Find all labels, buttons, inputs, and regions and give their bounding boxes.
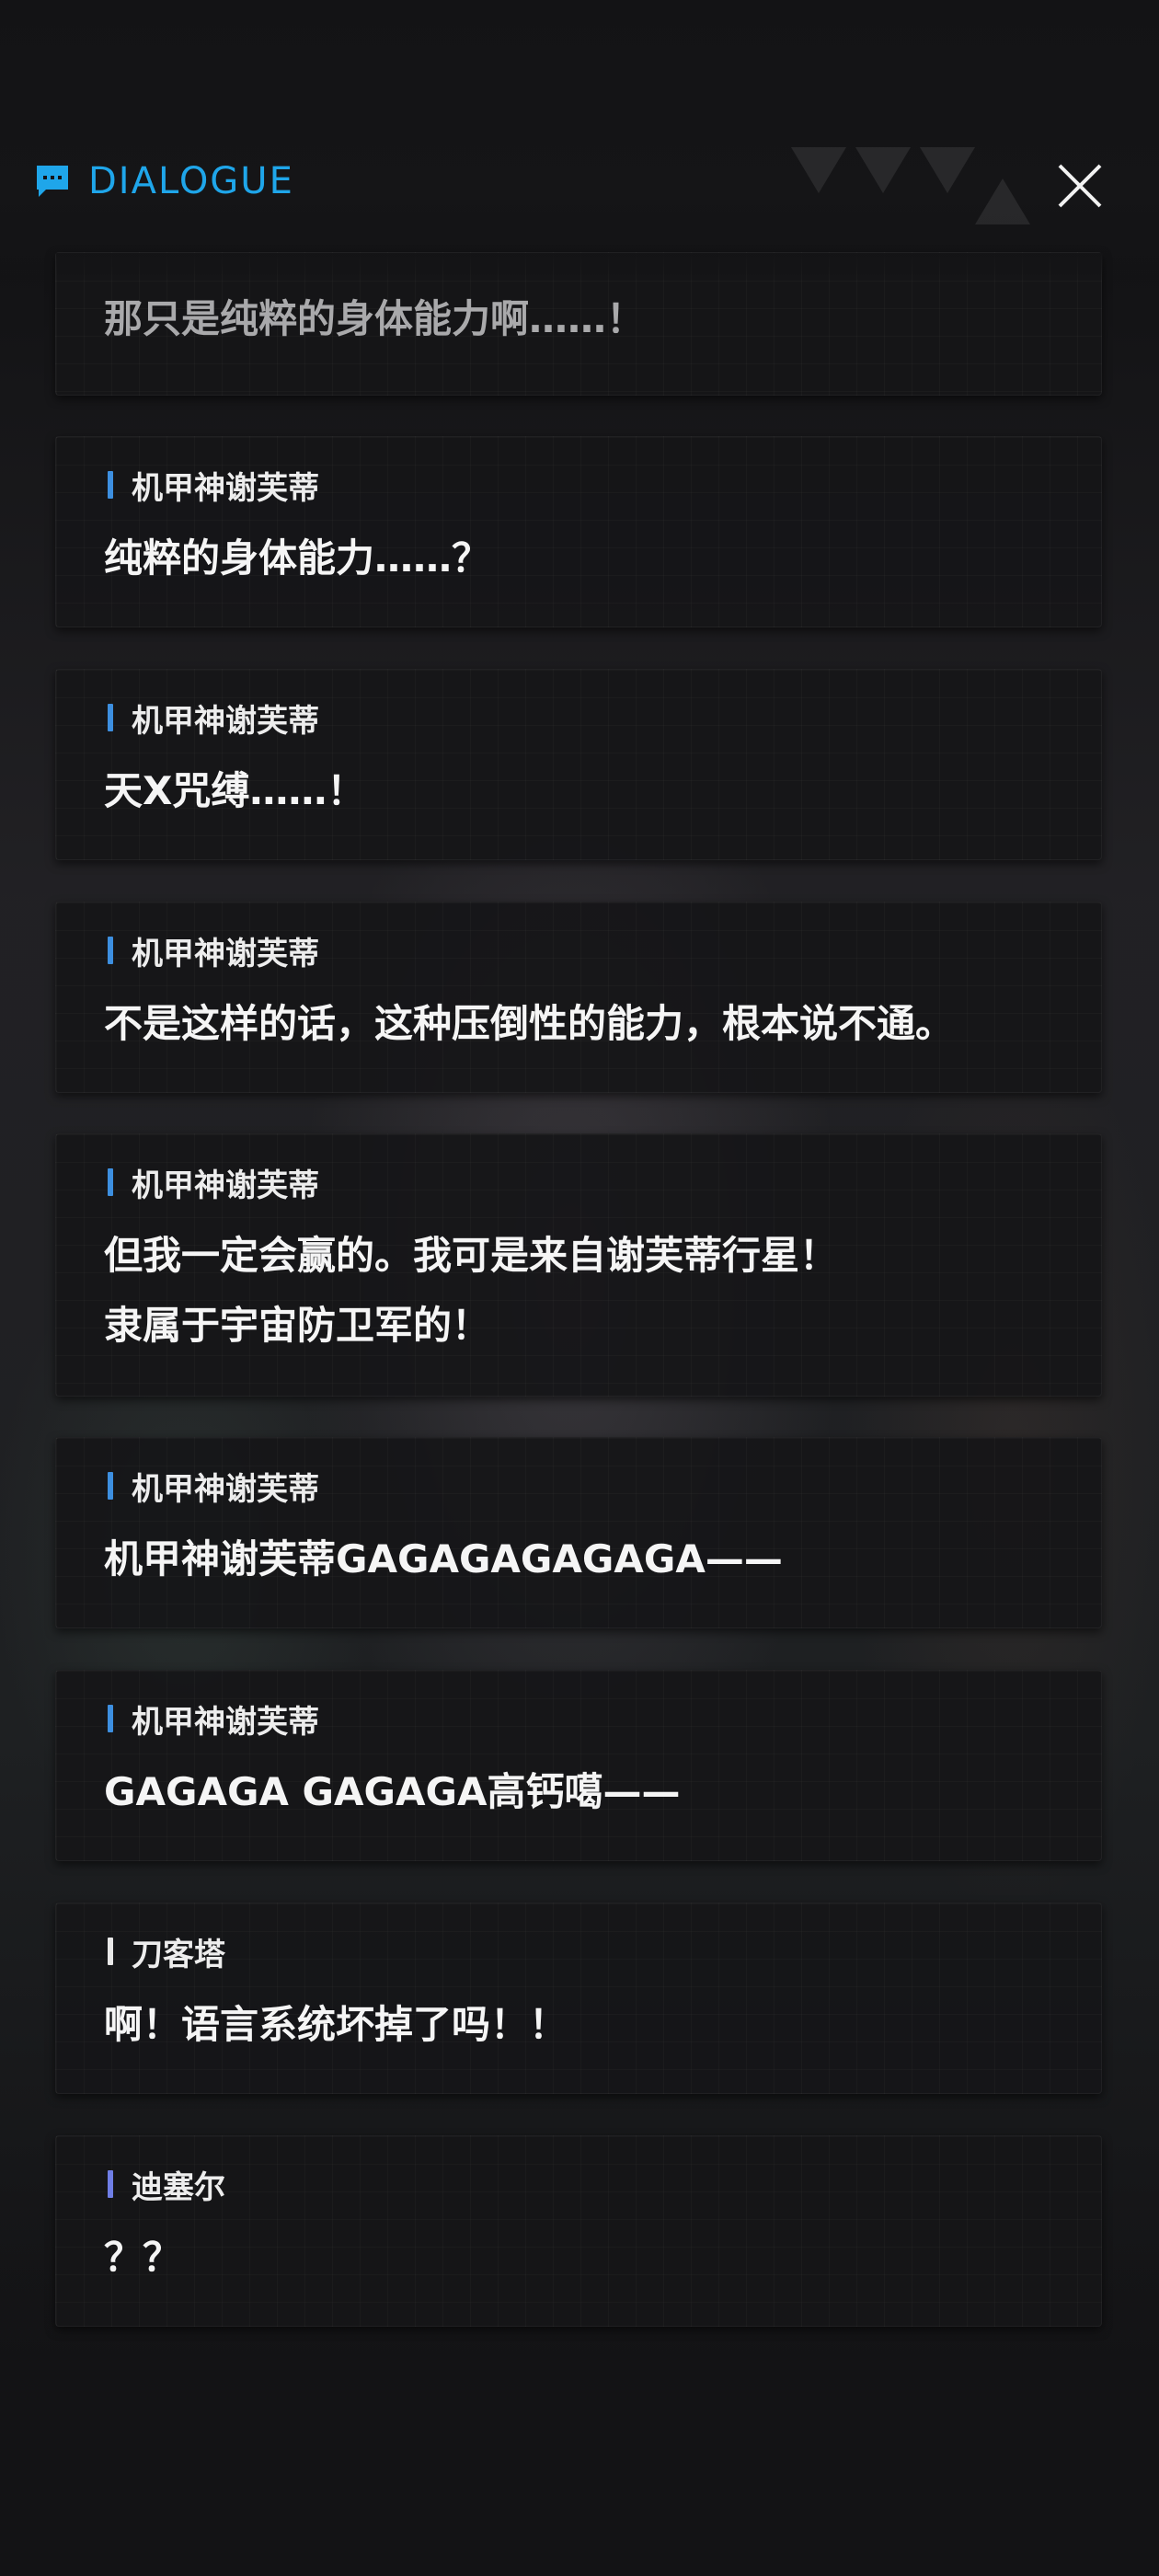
dialogue-entry: 机甲神谢芙蒂 不是这样的话，这种压倒性的能力，根本说不通。 — [55, 902, 1102, 1093]
speaker-label: 迪塞尔 — [108, 2166, 225, 2206]
dialogue-entry: 迪塞尔 ？？ — [55, 2135, 1102, 2327]
dialogue-header: DIALOGUE — [0, 147, 1159, 224]
speaker-color-bar — [108, 1472, 113, 1500]
speaker-color-bar — [108, 937, 113, 964]
dialogue-text: ？？ — [104, 2235, 182, 2280]
dialogue-entry: 机甲神谢芙蒂 天X咒缚……！ — [55, 669, 1102, 860]
dialogue-text: 但我一定会赢的。我可是来自谢芙蒂行星！ 隶属于宇宙防卫军的！ — [104, 1233, 839, 1348]
speaker-name: 机甲神谢芙蒂 — [132, 702, 319, 740]
speaker-name: 机甲神谢芙蒂 — [132, 935, 319, 972]
speaker-name: 刀客塔 — [132, 1936, 225, 1973]
speaker-name: 迪塞尔 — [132, 2168, 225, 2206]
dialogue-text: 天X咒缚……！ — [104, 768, 366, 813]
dialogue-text: 啊！语言系统坏掉了吗！！ — [104, 2002, 568, 2047]
speaker-name: 机甲神谢芙蒂 — [132, 1167, 319, 1204]
speaker-color-bar — [108, 2170, 113, 2198]
speaker-label: 机甲神谢芙蒂 — [108, 1467, 319, 1508]
speaker-color-bar — [108, 1168, 113, 1196]
chat-bubble-icon — [37, 166, 68, 197]
dialogue-entry: 刀客塔 啊！语言系统坏掉了吗！！ — [55, 1903, 1102, 2094]
background-top-fade — [0, 0, 1159, 276]
speaker-label: 机甲神谢芙蒂 — [108, 1700, 319, 1741]
speaker-label: 机甲神谢芙蒂 — [108, 932, 319, 972]
speaker-color-bar — [108, 471, 113, 499]
clip-fade — [56, 253, 1103, 281]
speaker-label: 机甲神谢芙蒂 — [108, 466, 319, 507]
speaker-color-bar — [108, 1938, 113, 1965]
speaker-label: 机甲神谢芙蒂 — [108, 699, 319, 740]
dialogue-text: 纯粹的身体能力……？ — [104, 535, 491, 581]
dialogue-entry: 机甲神谢芙蒂 但我一定会赢的。我可是来自谢芙蒂行星！ 隶属于宇宙防卫军的！ — [55, 1133, 1102, 1397]
speaker-name: 机甲神谢芙蒂 — [132, 1470, 319, 1508]
dialogue-entry: 机甲神谢芙蒂 机甲神谢芙蒂GAGAGAGAGAGA—— — [55, 1437, 1102, 1628]
dialogue-text: GAGAGA GAGAGA高钙噶—— — [104, 1769, 681, 1814]
speaker-name: 机甲神谢芙蒂 — [132, 1703, 319, 1741]
header-title: DIALOGUE — [88, 160, 294, 202]
header-decoration-icon — [791, 147, 1030, 224]
dialogue-text: 不是这样的话，这种压倒性的能力，根本说不通。 — [104, 1001, 955, 1046]
dialogue-entry: 那只是纯粹的身体能力啊……！ — [55, 252, 1103, 396]
close-icon[interactable] — [1054, 160, 1106, 212]
dialogue-entry: 机甲神谢芙蒂 纯粹的身体能力……？ — [55, 436, 1102, 627]
dialogue-log-screen: 那只是纯粹的身体能力啊……！ 机甲神谢芙蒂 纯粹的身体能力……？ 机甲神谢芙蒂 … — [0, 0, 1159, 2576]
speaker-color-bar — [108, 1705, 113, 1732]
dialogue-entry: 机甲神谢芙蒂 GAGAGA GAGAGA高钙噶—— — [55, 1670, 1102, 1861]
speaker-name: 机甲神谢芙蒂 — [132, 469, 319, 507]
dialogue-text: 机甲神谢芙蒂GAGAGAGAGAGA—— — [104, 1536, 783, 1581]
speaker-label: 机甲神谢芙蒂 — [108, 1164, 319, 1204]
header-title-group: DIALOGUE — [33, 160, 294, 202]
speaker-color-bar — [108, 704, 113, 731]
speaker-label: 刀客塔 — [108, 1933, 225, 1973]
dialogue-text: 那只是纯粹的身体能力啊……！ — [104, 296, 646, 341]
